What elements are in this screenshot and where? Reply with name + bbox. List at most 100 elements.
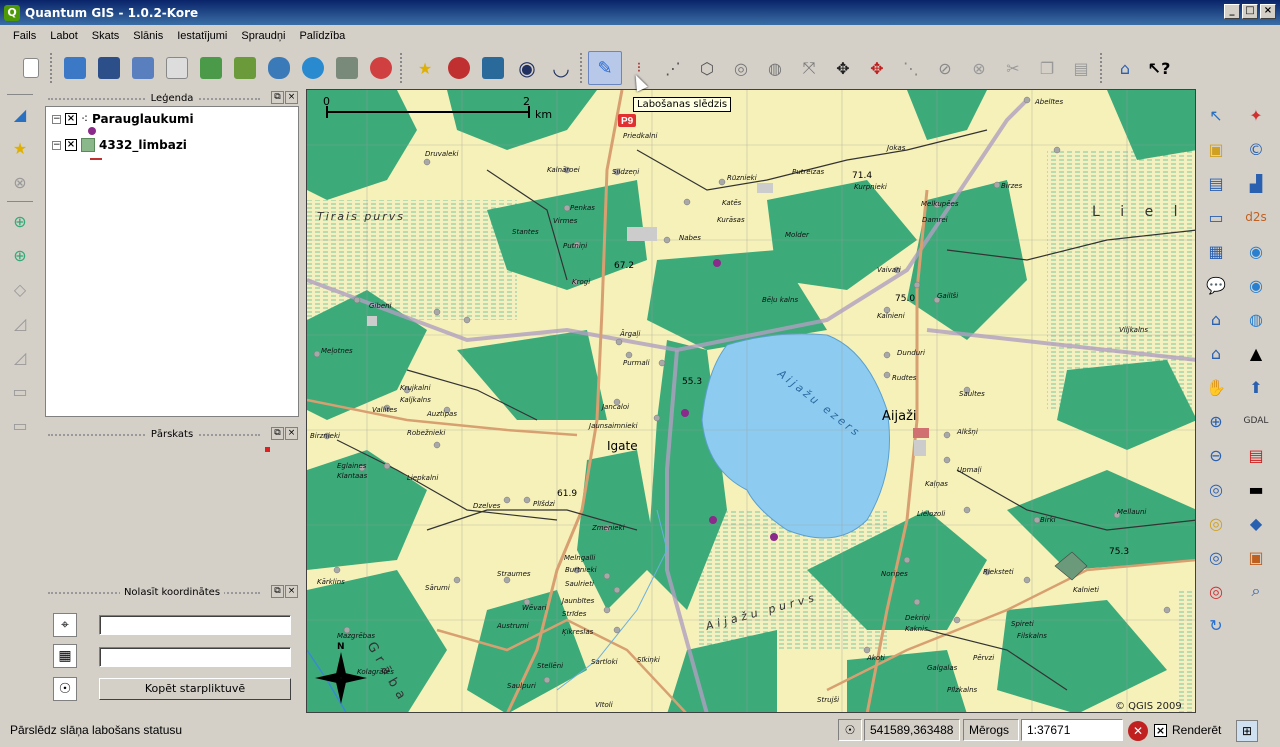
add-layer-button[interactable]: ⊕ (5, 206, 35, 236)
collapse-toggle[interactable]: − (52, 114, 61, 124)
tool-3-button[interactable]: ▭ (5, 376, 35, 406)
menu-file[interactable]: Fails (6, 30, 43, 42)
north-arrow-plugin-button[interactable]: ✦ (1241, 100, 1271, 130)
add-spatialite-button[interactable] (330, 51, 364, 85)
add-ring-button[interactable]: ◎ (724, 51, 758, 85)
pan-button[interactable]: ✋ (1201, 372, 1231, 402)
layer-visibility-checkbox[interactable]: × (65, 113, 77, 125)
show-all-layers-button[interactable] (476, 51, 510, 85)
measure-line-button[interactable]: ▭ (1201, 202, 1231, 232)
layer-name[interactable]: 4332_limbazi (99, 138, 187, 152)
paste-button[interactable]: ▤ (1064, 51, 1098, 85)
crosshair-button[interactable]: ⌖ (53, 613, 77, 637)
capture-polygon-button[interactable]: ⬡ (690, 51, 724, 85)
coord-field-1[interactable] (99, 615, 291, 635)
save-project-button[interactable] (92, 51, 126, 85)
capture-line-button[interactable]: ⋰ (656, 51, 690, 85)
new-project-button[interactable] (14, 51, 48, 85)
toolbar-grip[interactable] (580, 53, 584, 83)
minimize-button[interactable]: _ (1224, 4, 1240, 19)
add-wfs-button[interactable] (364, 51, 398, 85)
toggle-editing-button[interactable]: ✎ (588, 51, 622, 85)
overview-panel[interactable] (45, 444, 299, 584)
copyright-plugin-button[interactable]: © (1241, 134, 1271, 164)
terrain-plugin-button[interactable]: ▲ (1241, 338, 1271, 368)
add-vertex-button[interactable]: ⋱ (894, 51, 928, 85)
plugin-button[interactable]: ⌂ (1108, 51, 1142, 85)
save-map-plugin-button[interactable]: ▟ (1241, 168, 1271, 198)
toolbar-grip[interactable] (1100, 53, 1104, 83)
tool-2-button[interactable]: ◿ (5, 342, 35, 372)
add-postgis-button[interactable] (262, 51, 296, 85)
tool-1-button[interactable]: ◿ (5, 308, 35, 338)
zoom-out-button[interactable]: ⊖ (1201, 440, 1231, 470)
collapse-toggle[interactable]: − (52, 140, 61, 150)
refresh-button[interactable]: ↻ (1201, 610, 1231, 640)
toolbar-grip[interactable] (7, 201, 33, 202)
remove-layer-button[interactable] (442, 51, 476, 85)
new-bookmark-button[interactable]: ★ (5, 133, 35, 163)
map-tips-button[interactable]: 💬 (1201, 270, 1231, 300)
measure-area-button[interactable]: ▦ (1201, 236, 1231, 266)
add-vector-button[interactable] (194, 51, 228, 85)
menu-layer[interactable]: Slānis (126, 30, 170, 42)
new-vector-layer-button[interactable]: ★ (408, 51, 442, 85)
show-layers-button[interactable]: ◉ (510, 51, 544, 85)
map-canvas[interactable]: P9 0 2 km Tirais purvs Aijažu ezers Aija… (306, 89, 1196, 713)
cut-button[interactable]: ✂ (996, 51, 1030, 85)
image-plugin-button[interactable]: ▣ (1241, 542, 1271, 572)
delete-selected-button[interactable]: ⊗ (962, 51, 996, 85)
d2s-plugin-button[interactable]: d2s (1241, 202, 1271, 232)
render-checkbox[interactable]: × (1154, 724, 1167, 737)
legend-layer-item[interactable]: − × 4332_limbazi (52, 136, 187, 154)
coord-mode-button[interactable]: ☉ (838, 719, 862, 741)
copy-to-clipboard-button[interactable]: Kopēt starpliktuvē (99, 678, 291, 700)
identify-button[interactable]: ↖ (1201, 100, 1231, 130)
open-project-button[interactable] (58, 51, 92, 85)
delete-vertex-button[interactable]: ⊘ (928, 51, 962, 85)
move-feature-button[interactable]: ✥ (826, 51, 860, 85)
menu-settings[interactable]: Iestatījumi (170, 30, 234, 42)
close-dock-button[interactable]: × (285, 585, 298, 598)
add-island-button[interactable]: ◍ (758, 51, 792, 85)
tool-4-button[interactable]: ▭ (5, 410, 35, 440)
zoom-full-button[interactable]: ◎ (1201, 474, 1231, 504)
close-dock-button[interactable]: × (285, 91, 298, 104)
menu-edit[interactable]: Labot (43, 30, 85, 42)
projection-button[interactable]: ⊞ (1236, 720, 1258, 742)
search-plugin-button[interactable]: ⌕ (1241, 576, 1271, 606)
split-features-button[interactable]: ⤧ (792, 51, 826, 85)
menu-help[interactable]: Palīdzība (292, 30, 352, 42)
scalebar-plugin-button[interactable]: ▬ (1241, 474, 1271, 504)
pdf-plugin-button[interactable]: ▤ (1241, 440, 1271, 470)
whats-this-button[interactable]: ↖? (1142, 51, 1176, 85)
float-button[interactable]: ⧉ (271, 585, 284, 598)
add-raster-button[interactable] (228, 51, 262, 85)
maximize-button[interactable]: □ (1242, 4, 1258, 19)
scale-input[interactable]: 1:37671 (1021, 719, 1123, 741)
toolbar-grip[interactable] (50, 53, 54, 83)
menu-view[interactable]: Skats (85, 30, 127, 42)
move-vertex-button[interactable]: ✥ (860, 51, 894, 85)
deselect-button[interactable]: ⊗ (5, 167, 35, 197)
float-button[interactable]: ⧉ (271, 91, 284, 104)
close-button[interactable]: × (1260, 4, 1276, 19)
layer-name[interactable]: Parauglaukumi (92, 112, 194, 126)
zoom-bookmark-button[interactable]: ⌂ (1201, 338, 1231, 368)
zoom-last-button[interactable]: ◎ (1201, 576, 1231, 606)
geo-plugin-button[interactable]: ◉ (1241, 270, 1271, 300)
zoom-home-button[interactable]: ⌂ (1201, 304, 1231, 334)
legend-layer-item[interactable]: − × ⁖ Parauglaukumi (52, 110, 194, 128)
attribute-table-button[interactable]: ▤ (1201, 168, 1231, 198)
select-features-button[interactable]: ◢ (5, 99, 35, 129)
print-button[interactable] (160, 51, 194, 85)
zoom-layer-button[interactable]: ◎ (1201, 542, 1231, 572)
capture-coord-button[interactable]: ☉ (53, 677, 77, 701)
toolbar-grip[interactable] (400, 53, 404, 83)
wfs-plugin-button[interactable]: ◍ (1241, 304, 1271, 334)
add-layer-2-button[interactable]: ⊕ (5, 240, 35, 270)
coord-field-2[interactable] (99, 647, 291, 667)
add-wms-button[interactable] (296, 51, 330, 85)
save-as-button[interactable] (126, 51, 160, 85)
copy-button[interactable]: ❐ (1030, 51, 1064, 85)
